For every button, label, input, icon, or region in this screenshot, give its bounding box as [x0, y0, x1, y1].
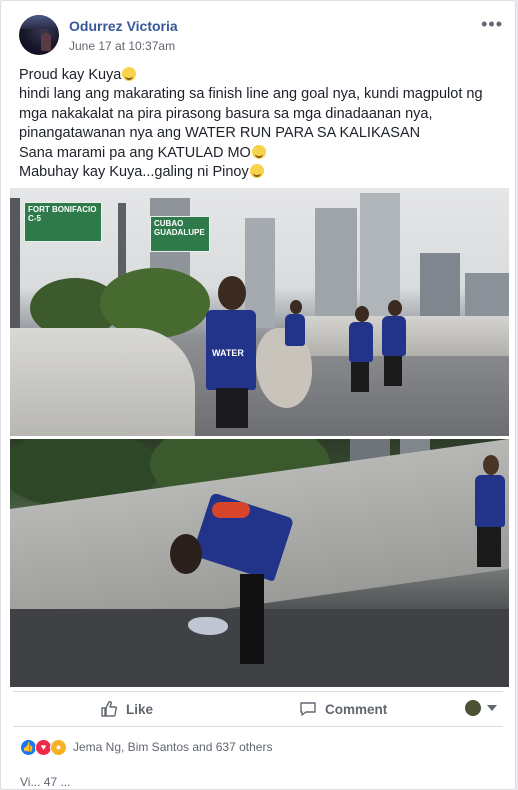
shirt-text: WATER: [212, 348, 244, 358]
react-as-selector[interactable]: [465, 700, 497, 716]
comment-button[interactable]: Comment: [299, 700, 387, 718]
chevron-down-icon: [487, 705, 497, 711]
road-sign-right: CUBAO GUADALUPE: [150, 216, 210, 252]
like-button[interactable]: Like: [100, 700, 153, 718]
post-line: Proud kay Kuya: [19, 66, 507, 85]
emoji-icon: [122, 67, 137, 81]
thumbs-up-icon: [101, 700, 118, 717]
comment-label: Comment: [325, 701, 388, 717]
post-card: Odurrez Victoria June 17 at 10:37am ••• …: [0, 0, 516, 790]
author-name[interactable]: Odurrez Victoria: [69, 18, 178, 34]
reaction-names: Jema Ng, Bim Santos and 637 others: [73, 740, 273, 754]
like-label: Like: [126, 701, 154, 717]
views-count[interactable]: Vi... 47 ...: [20, 775, 70, 789]
road-sign-left: FORT BONIFACIO C-5: [24, 202, 102, 242]
post-text: Proud kay Kuya hindi lang ang makarating…: [19, 66, 507, 182]
post-line: pinangatawanan nya ang WATER RUN PARA SA…: [19, 125, 421, 142]
wow-reaction-icon: ●: [50, 738, 67, 756]
action-bar: Like Comment: [13, 691, 503, 727]
post-line: mga nakakalat na pira pirasong basura sa…: [19, 105, 433, 122]
post-header: Odurrez Victoria June 17 at 10:37am •••: [19, 15, 503, 59]
post-line: hindi lang ang makarating sa finish line…: [19, 86, 483, 103]
avatar[interactable]: [19, 15, 59, 55]
post-timestamp[interactable]: June 17 at 10:37am: [69, 39, 175, 53]
more-options-icon[interactable]: •••: [481, 15, 503, 33]
profile-mini-avatar: [465, 700, 481, 716]
post-line: Mabuhay kay Kuya...galing ni Pinoy: [19, 163, 507, 182]
post-line: Sana marami pa ang KATULAD MO: [19, 144, 507, 163]
reactions-summary[interactable]: 👍 ♥ ● Jema Ng, Bim Santos and 637 others: [20, 738, 272, 756]
comment-icon: [300, 702, 316, 716]
emoji-icon: [251, 144, 266, 159]
emoji-icon: [249, 164, 264, 179]
photo-runner-collecting[interactable]: FORT BONIFACIO C-5 CUBAO GUADALUPE WATER: [10, 188, 509, 436]
photo-runner-picking-trash[interactable]: [10, 439, 509, 687]
